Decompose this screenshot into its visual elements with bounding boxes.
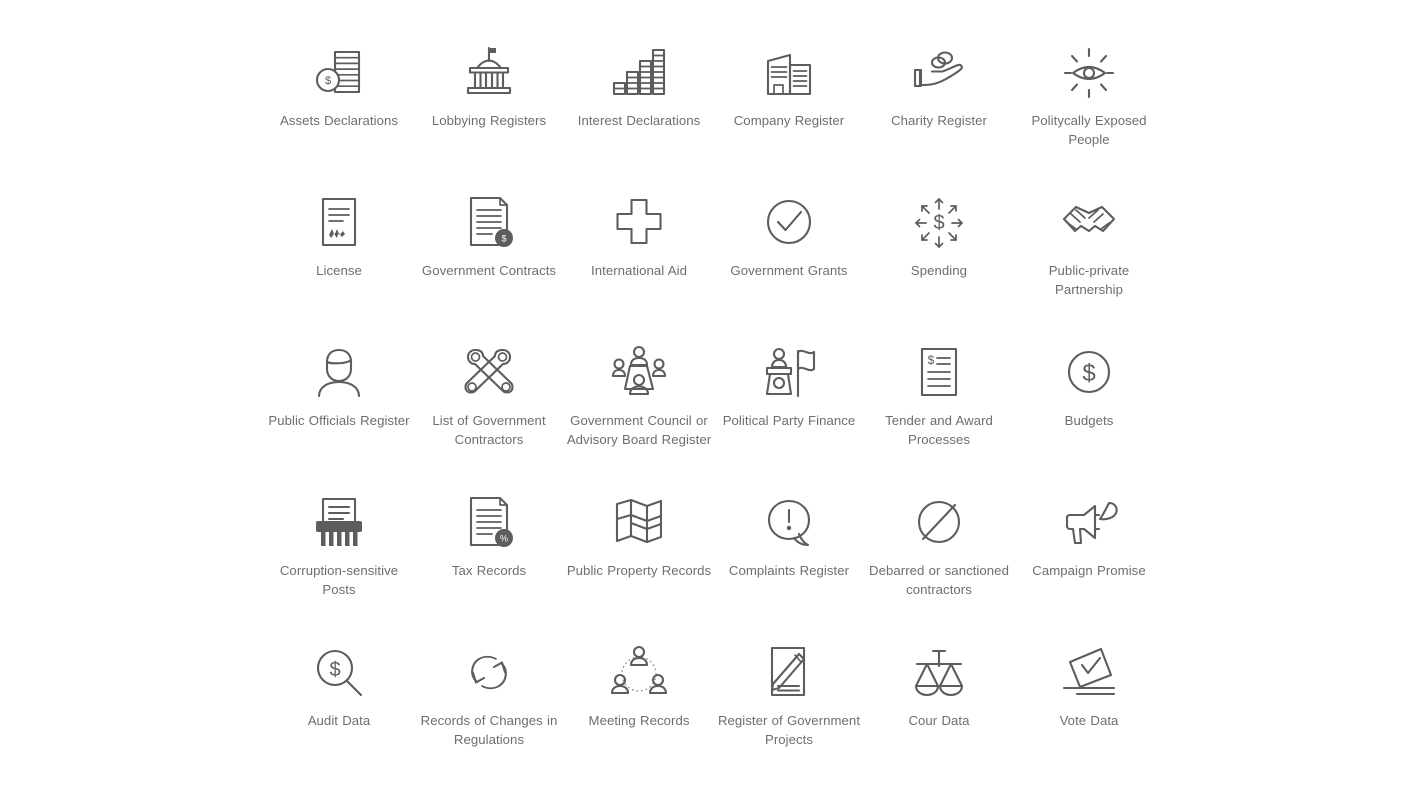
people-around-table-icon xyxy=(608,342,670,404)
icon-tile[interactable]: Interest Declarations xyxy=(564,20,714,170)
dollar-with-arrows-icon: $ xyxy=(908,192,970,254)
icon-tile[interactable]: Company Register xyxy=(714,20,864,170)
icon-tile-label: Government Grants xyxy=(730,263,848,278)
ascending-bar-stacks-icon xyxy=(608,42,670,104)
icon-tile-label: Assets Declarations xyxy=(280,113,398,128)
podium-speaker-with-flag-icon xyxy=(758,342,820,404)
exclamation-speech-bubble-icon xyxy=(758,492,820,554)
icon-tile[interactable]: $ Assets Declarations xyxy=(264,20,414,170)
icon-tile[interactable]: Vote Data xyxy=(1014,620,1164,770)
document-with-dollar-badge-icon: $ xyxy=(458,192,520,254)
icon-tile-label: Public Property Records xyxy=(566,563,712,578)
icon-tile-label: License xyxy=(316,263,362,278)
icon-tile-label: Complaints Register xyxy=(728,563,850,578)
icon-tile-label: Tax Records xyxy=(451,563,527,578)
icon-tile[interactable]: Corruption-sensitive Posts xyxy=(264,470,414,620)
icon-tile-label: Cour Data xyxy=(908,713,970,728)
icon-tile[interactable]: Records of Changes in Regulations xyxy=(414,620,564,770)
icon-tile-label: Records of Changes in Regulations xyxy=(420,713,558,747)
icon-tile-label: International Aid xyxy=(591,263,687,278)
icon-tile[interactable]: $ Government Contracts xyxy=(414,170,564,320)
icon-tile[interactable]: International Aid xyxy=(564,170,714,320)
icon-tile-label: Government Council or Advisory Board Reg… xyxy=(566,413,712,447)
icon-tile[interactable]: Campaign Promise xyxy=(1014,470,1164,620)
icon-tile-label: Public Officials Register xyxy=(268,413,410,428)
icon-tile[interactable]: % Tax Records xyxy=(414,470,564,620)
icon-tile-label: Lobbying Registers xyxy=(431,113,547,128)
icon-tile-label: Meeting Records xyxy=(588,713,690,728)
circular-refresh-arrows-icon xyxy=(458,642,520,704)
office-buildings-icon xyxy=(758,42,820,104)
magnifier-with-dollar-icon: $ xyxy=(308,642,370,704)
icon-tile[interactable]: Register of Government Projects xyxy=(714,620,864,770)
megaphone-with-speech-bubble-icon xyxy=(1058,492,1120,554)
svg-text:$: $ xyxy=(933,212,944,234)
icon-tile[interactable]: $ Budgets xyxy=(1014,320,1164,470)
icon-tile[interactable]: Political Party Finance xyxy=(714,320,864,470)
document-with-percent-badge-icon: % xyxy=(458,492,520,554)
icon-tile[interactable]: Complaints Register xyxy=(714,470,864,620)
icon-tile[interactable]: License xyxy=(264,170,414,320)
icon-tile[interactable]: Politycally Exposed People xyxy=(1014,20,1164,170)
icon-tile[interactable]: Government Council or Advisory Board Reg… xyxy=(564,320,714,470)
document-with-pen-icon xyxy=(758,642,820,704)
svg-text:$: $ xyxy=(329,659,340,681)
icon-tile-label: Audit Data xyxy=(307,713,371,728)
icon-tile[interactable]: Debarred or sanctioned contractors xyxy=(864,470,1014,620)
icon-grid: $ Assets Declarations Lobbying Registers xyxy=(264,20,1164,770)
medical-cross-icon xyxy=(608,192,670,254)
icon-tile[interactable]: Public Property Records xyxy=(564,470,714,620)
icon-tile[interactable]: $ Spending xyxy=(864,170,1014,320)
icon-tile-label: Government Contracts xyxy=(421,263,557,278)
icon-tile[interactable]: Meeting Records xyxy=(564,620,714,770)
dollar-in-circle-icon: $ xyxy=(1058,342,1120,404)
person-bust-icon xyxy=(308,342,370,404)
svg-text:$: $ xyxy=(1082,360,1095,387)
icon-tile-label: Register of Government Projects xyxy=(717,713,861,747)
invoice-document-icon: $ xyxy=(908,342,970,404)
icon-tile[interactable]: List of Government Contractors xyxy=(414,320,564,470)
icon-tile-label: Company Register xyxy=(733,113,845,128)
icon-tile-label: Public-private Partnership xyxy=(1048,263,1130,297)
icon-tile[interactable]: Cour Data xyxy=(864,620,1014,770)
icon-tile-label: Charity Register xyxy=(891,113,987,128)
radiating-eye-icon xyxy=(1058,42,1120,104)
icon-tile-label: Corruption-sensitive Posts xyxy=(279,563,399,597)
icon-tile-label: Political Party Finance xyxy=(722,413,856,428)
ballot-box-checkmark-icon xyxy=(1058,642,1120,704)
icon-tile-label: Tender and Award Processes xyxy=(885,413,993,447)
icon-tile-label: Campaign Promise xyxy=(1032,563,1146,578)
icon-tile[interactable]: Government Grants xyxy=(714,170,864,320)
icon-tile[interactable]: Public Officials Register xyxy=(264,320,414,470)
coin-and-stacked-bills-icon: $ xyxy=(308,42,370,104)
icon-tile-label: Debarred or sanctioned contractors xyxy=(869,563,1009,597)
icon-tile-label: Interest Declarations xyxy=(577,113,701,128)
icon-tile[interactable]: $ Tender and Award Processes xyxy=(864,320,1014,470)
check-in-circle-icon xyxy=(758,192,820,254)
icon-tile-label: Spending xyxy=(910,263,968,278)
svg-text:$: $ xyxy=(325,75,331,87)
svg-text:$: $ xyxy=(928,353,935,367)
icon-tile[interactable]: Charity Register xyxy=(864,20,1014,170)
icon-tile-label: Politycally Exposed People xyxy=(1031,113,1147,147)
icon-tile-label: Budgets xyxy=(1064,413,1114,428)
icon-tile[interactable]: $ Audit Data xyxy=(264,620,414,770)
signed-document-icon xyxy=(308,192,370,254)
icon-tile-label: Vote Data xyxy=(1059,713,1119,728)
paper-shredder-icon xyxy=(308,492,370,554)
classical-government-building-icon xyxy=(458,42,520,104)
handshake-icon xyxy=(1058,192,1120,254)
icon-tile-label: List of Government Contractors xyxy=(432,413,546,447)
prohibition-circle-icon xyxy=(908,492,970,554)
icon-tile[interactable]: Lobbying Registers xyxy=(414,20,564,170)
folded-map-icon xyxy=(608,492,670,554)
svg-text:%: % xyxy=(500,534,508,544)
crossed-wrenches-icon xyxy=(458,342,520,404)
icon-tile[interactable]: Public-private Partnership xyxy=(1014,170,1164,320)
svg-text:$: $ xyxy=(501,234,506,244)
three-people-circle-icon xyxy=(608,642,670,704)
scales-of-justice-icon xyxy=(908,642,970,704)
hand-with-coins-icon xyxy=(908,42,970,104)
